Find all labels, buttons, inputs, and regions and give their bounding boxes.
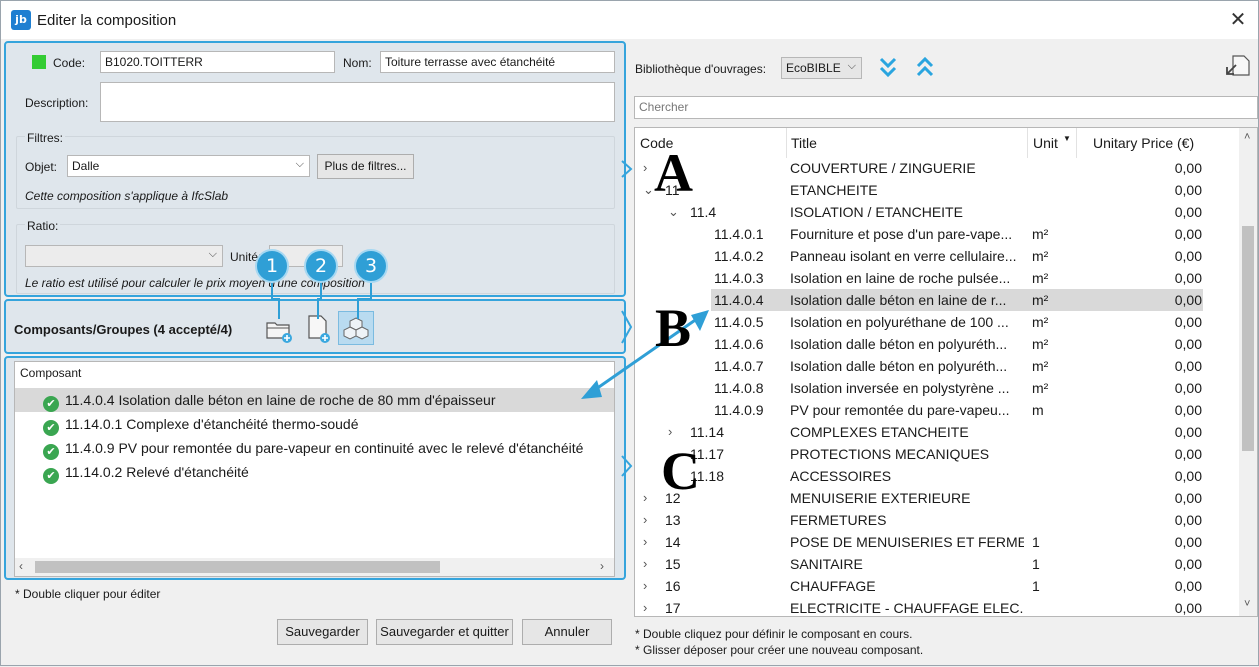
dialog-window: jb Editer la composition ✕ Code: B1020.T… <box>0 0 1259 666</box>
annotation-c: C <box>661 441 700 501</box>
annotation-b: B <box>655 298 692 358</box>
panel-pointers <box>581 160 709 477</box>
annotation-a: A <box>654 143 693 203</box>
